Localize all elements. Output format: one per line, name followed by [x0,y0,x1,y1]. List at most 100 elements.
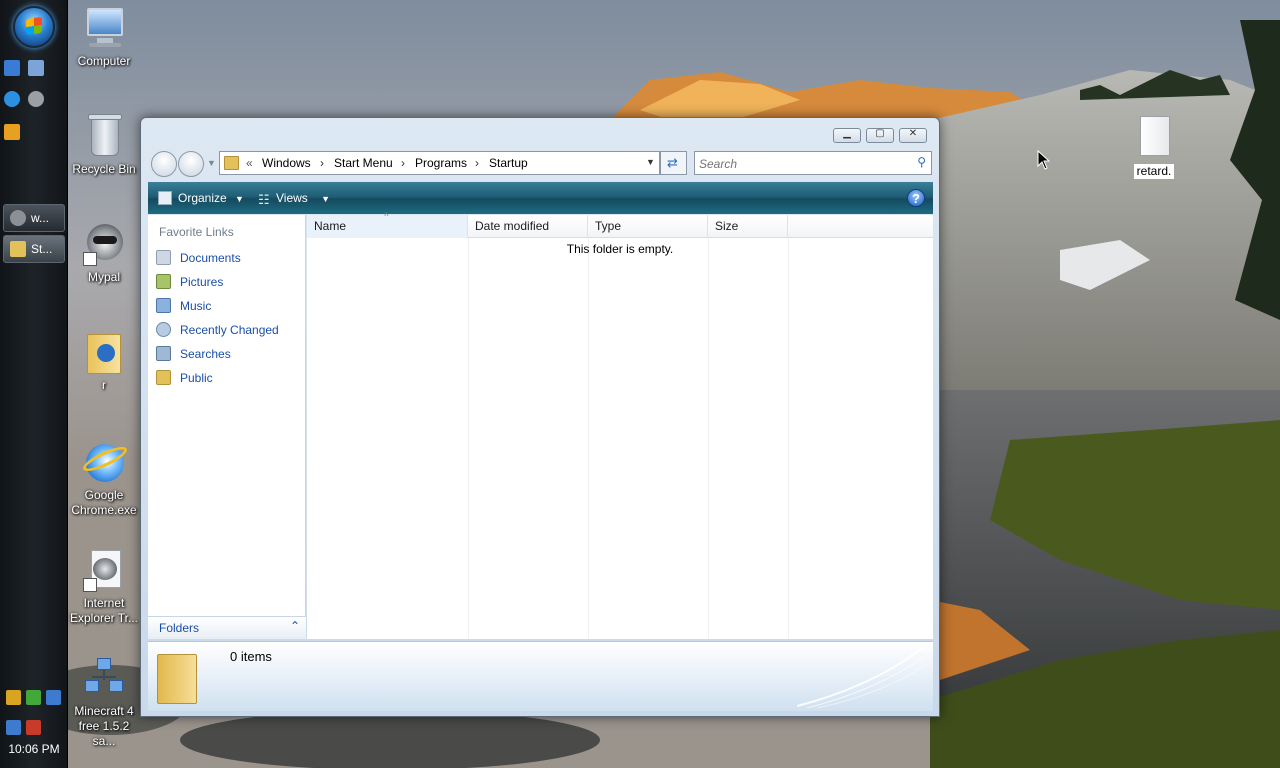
desktop-icon-label: Google Chrome.exe [71,488,137,517]
start-button[interactable] [13,6,55,48]
back-button[interactable] [151,151,177,177]
desktop-icon-google-chrome[interactable]: Google Chrome.exe [66,440,142,518]
chevron-down-icon: ▼ [235,194,244,204]
volume-muted-icon[interactable] [26,720,41,735]
public-folder-icon [156,370,171,385]
folder-icon [81,330,127,376]
folders-label: Folders [159,621,200,635]
windows-logo-icon [26,16,42,36]
desktop-icon-retard-file[interactable]: retard. [1116,116,1192,179]
folders-toggle[interactable]: Folders ⌃ [148,616,306,639]
chevron-down-icon: ▼ [321,194,331,204]
breadcrumb-item-programs[interactable]: Programs [415,156,467,170]
desktop-icon-minecraft[interactable]: Minecraft 4 free 1.5.2 sa... [66,656,142,749]
clock[interactable]: 10:06 PM [0,742,68,756]
nav-link-public[interactable]: Public [156,369,304,387]
item-count: 0 items [230,649,272,664]
column-header-row: Name ˄ Date modified Type Size [307,210,933,238]
mypal-quicklaunch-icon[interactable] [28,91,44,107]
desktop-icon-label: Recycle Bin [72,162,136,176]
breadcrumb-separator-icon[interactable]: › [475,156,479,170]
breadcrumb-separator-icon[interactable]: › [401,156,405,170]
breadcrumb-separator-icon[interactable]: › [320,156,324,170]
folder-icon [10,241,26,257]
documents-icon [156,250,171,265]
column-divider [468,238,469,639]
nav-link-music[interactable]: Music [156,297,304,315]
maximize-button[interactable]: ▢ [866,128,894,143]
nav-link-recently-changed[interactable]: Recently Changed [156,321,304,339]
minimize-button[interactable]: ▁ [833,128,861,143]
navigation-pane: Favorite Links Documents Pictures Music … [148,215,306,639]
column-header-type[interactable]: Type [588,215,708,238]
switch-windows-icon[interactable] [28,60,44,76]
column-header-size[interactable]: Size [708,215,788,238]
desktop-icon-label: retard. [1133,164,1175,179]
decorative-swoosh [797,647,927,708]
address-bar[interactable]: « Windows › Start Menu › Programs › Star… [219,151,660,175]
desktop-icon-recycle-bin[interactable]: Recycle Bin [66,114,142,177]
chevron-up-icon: ⌃ [289,619,300,633]
media-player-quicklaunch-icon[interactable] [4,124,20,140]
organize-button[interactable]: Organize ▼ [156,188,244,208]
nav-link-label: Music [180,299,212,313]
recently-changed-icon [156,322,171,337]
nav-link-label: Searches [180,347,231,361]
views-button[interactable]: ☷ Views ▼ [256,188,330,208]
desktop-icon-computer[interactable]: Computer [66,6,142,69]
refresh-button[interactable]: ⇄ [660,151,687,175]
taskbar-button-browser[interactable]: w... [3,204,65,232]
nav-link-documents[interactable]: Documents [156,249,304,267]
search-input[interactable] [699,155,904,172]
forward-button[interactable] [178,151,204,177]
searches-icon [156,346,171,361]
folder-icon [224,156,239,170]
taskbar: w... St... 10:06 PM [0,0,68,768]
update-check-icon[interactable] [26,690,41,705]
folder-icon [157,648,201,704]
desktop-icon-label: r [102,378,106,392]
search-box[interactable]: ⚲ [694,151,932,175]
empty-folder-message: This folder is empty. [566,242,674,256]
pictures-icon [156,274,171,289]
taskbar-button-label: w... [31,211,50,225]
nav-link-pictures[interactable]: Pictures [156,273,304,291]
breadcrumb-item-startup[interactable]: Startup [489,156,528,170]
file-list[interactable]: Name ˄ Date modified Type Size This fold… [307,210,933,639]
breadcrumb-item-windows[interactable]: Windows [262,156,311,170]
breadcrumb-item-start-menu[interactable]: Start Menu [334,156,393,170]
nav-link-searches[interactable]: Searches [156,345,304,363]
network-icon [81,656,127,702]
column-divider [788,238,789,639]
favorite-links-heading: Favorite Links [159,225,234,239]
network-connection-icon[interactable] [6,720,21,735]
help-button[interactable]: ? [907,189,925,207]
nav-link-label: Documents [180,251,241,265]
desktop-icon-folder-r[interactable]: r [66,330,142,393]
close-button[interactable]: ✕ [899,128,927,143]
search-icon[interactable]: ⚲ [917,155,926,169]
internet-explorer-quicklaunch-icon[interactable] [4,91,20,107]
column-header-date-modified[interactable]: Date modified [468,215,588,238]
details-pane: 0 items [148,641,933,711]
show-desktop-icon[interactable] [4,60,20,76]
command-bar: Organize ▼ ☷ Views ▼ ? [148,182,933,214]
breadcrumb-overflow[interactable]: « [246,156,253,170]
column-divider [588,238,589,639]
desktop-icon-label: Internet Explorer Tr... [69,596,139,625]
desktop-icon-label: Mypal [87,270,120,284]
internet-explorer-icon [80,440,130,486]
taskbar-button-startup-folder[interactable]: St... [3,235,65,263]
taskbar-button-label: St... [31,242,53,256]
desktop-icon-label: Minecraft 4 free 1.5.2 sa... [74,704,134,748]
security-shield-icon[interactable] [6,690,21,705]
mypal-icon [10,210,26,226]
maximize-icon: ▢ [875,128,885,139]
recycle-bin-icon [81,114,127,160]
desktop-icon-internet-explorer-trial[interactable]: Internet Explorer Tr... [66,548,142,626]
address-dropdown-icon[interactable]: ▼ [646,157,655,167]
recent-pages-chevron-icon[interactable]: ▼ [207,158,216,168]
desktop-icon-mypal[interactable]: Mypal [66,222,142,285]
network-tray-icon[interactable] [46,690,61,705]
music-icon [156,298,171,313]
